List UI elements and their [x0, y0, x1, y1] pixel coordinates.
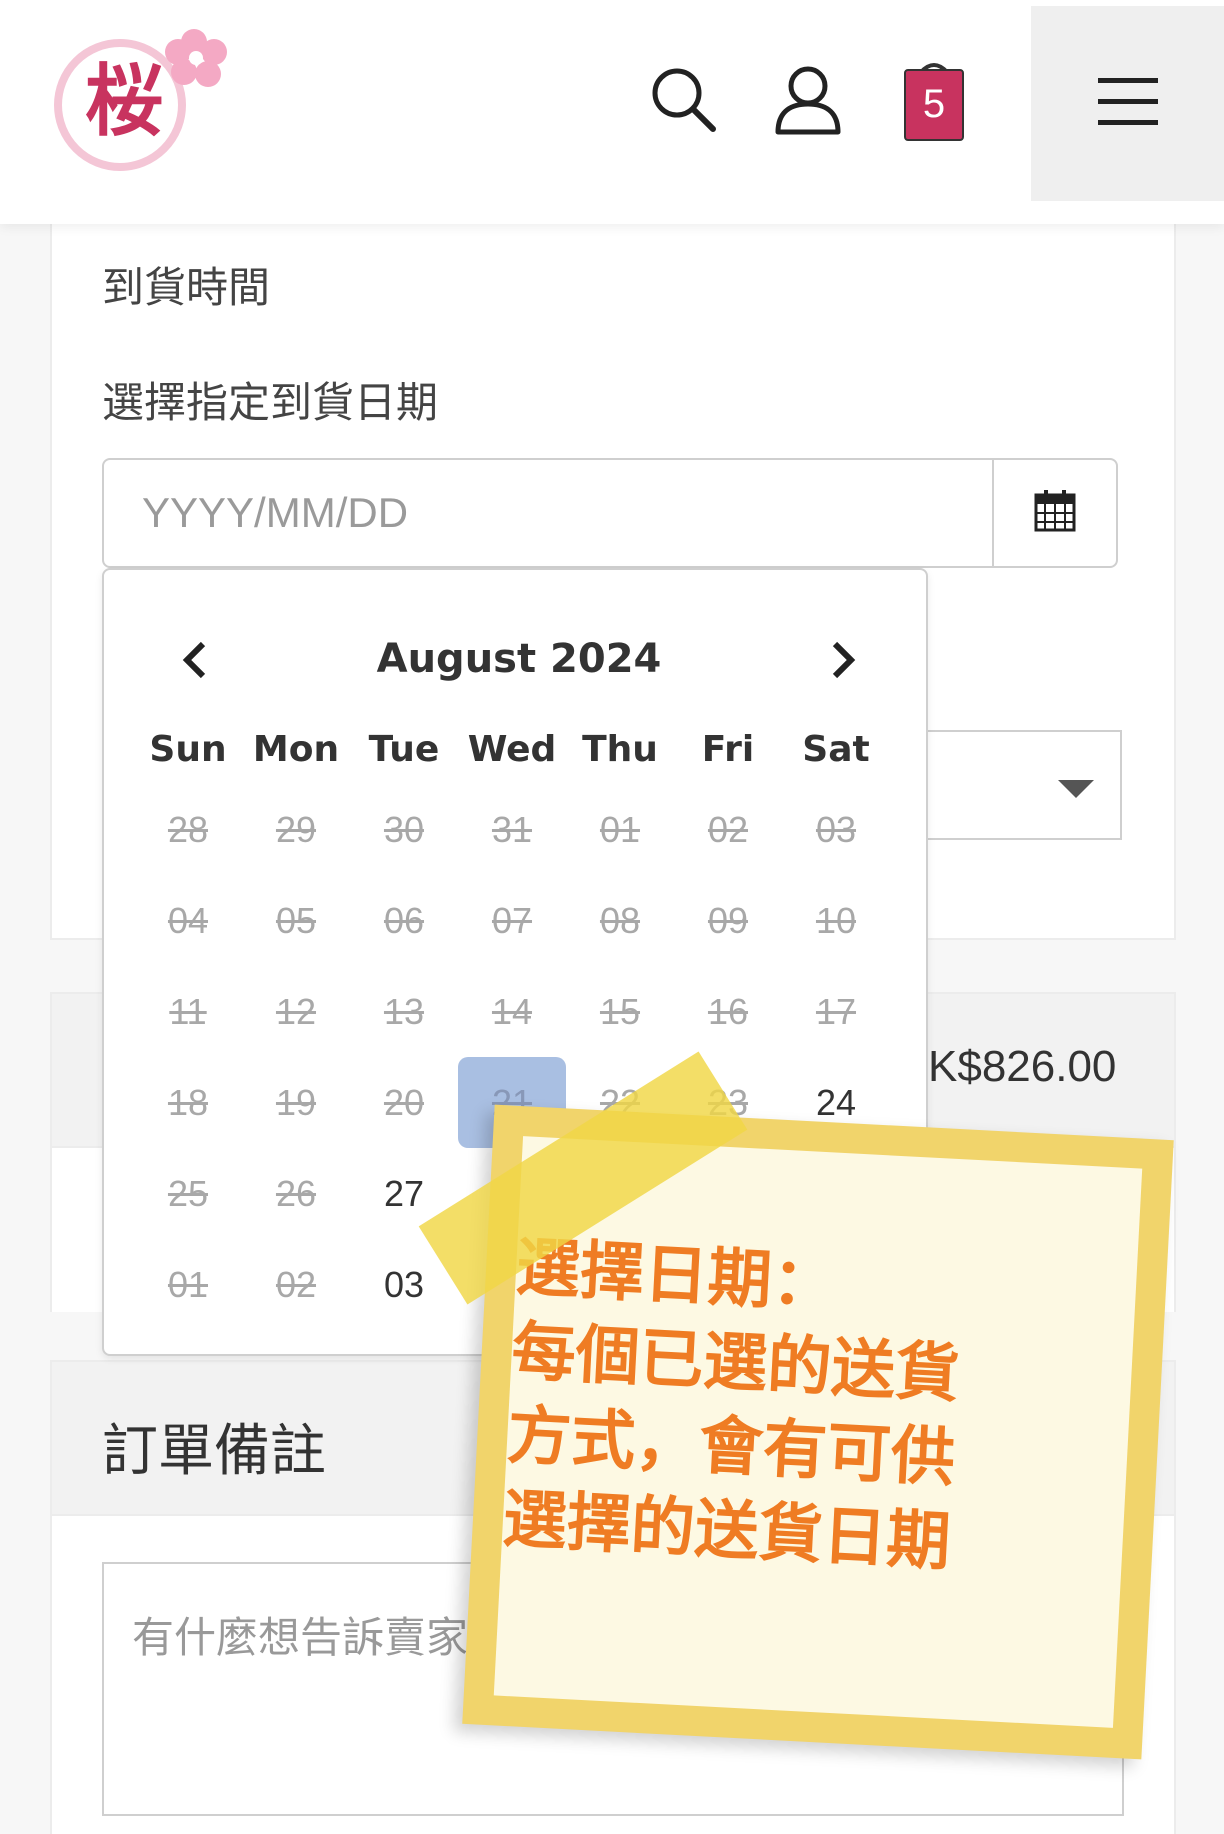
calendar-day-disabled: 30: [383, 808, 425, 850]
calendar-day-disabled: 02: [707, 808, 749, 850]
calendar-day-disabled: 06: [383, 899, 425, 941]
calendar-day-disabled: 13: [383, 990, 425, 1032]
account-button[interactable]: [770, 60, 846, 144]
dropdown-arrow-icon: [1058, 780, 1094, 798]
delivery-time-select[interactable]: [920, 730, 1122, 840]
chevron-right-icon: [829, 640, 859, 684]
calendar-week-row: 28 29 30 31 01 02 03: [134, 784, 890, 875]
site-logo[interactable]: 桜: [52, 10, 242, 200]
calendar-icon: [1033, 489, 1077, 537]
calendar-day-disabled: 28: [167, 808, 209, 850]
calendar-day-disabled: 01: [167, 1263, 209, 1305]
calendar-day-disabled: 08: [599, 899, 641, 941]
weekday-label: Tue: [368, 728, 440, 770]
weekday-label: Sun: [149, 728, 227, 770]
calendar-week-row: 11 12 13 14 15 16 17: [134, 966, 890, 1057]
calendar-day-disabled: 10: [815, 899, 857, 941]
choose-date-label: 選擇指定到貨日期: [102, 378, 439, 427]
delivery-date-input[interactable]: YYYY/MM/DD: [102, 458, 994, 568]
weekday-label: Mon: [252, 728, 340, 770]
next-month-button[interactable]: [814, 632, 874, 692]
calendar-week-row: 04 05 06 07 08 09 10: [134, 875, 890, 966]
weekday-label: Fri: [701, 728, 755, 770]
user-icon: [773, 64, 843, 140]
calendar-day-disabled: 04: [167, 899, 209, 941]
calendar-day-disabled: 12: [275, 990, 317, 1032]
weekday-label: Sat: [802, 728, 870, 770]
calendar-day-disabled: 20: [383, 1081, 425, 1123]
calendar-day-disabled: 07: [491, 899, 533, 941]
calendar-day-disabled: 14: [491, 990, 533, 1032]
calendar-day-disabled: 18: [167, 1081, 209, 1123]
calendar-day-disabled: 02: [275, 1263, 317, 1305]
weekday-label: Wed: [467, 728, 557, 770]
cart-count-badge: 5: [922, 81, 946, 126]
calendar-day-disabled: 15: [599, 990, 641, 1032]
calendar-day-disabled: 31: [491, 808, 533, 850]
calendar-day-disabled: 25: [167, 1172, 209, 1214]
calendar-day-disabled: 11: [169, 990, 207, 1032]
prev-month-button[interactable]: [164, 632, 224, 692]
calendar-day-disabled: 09: [707, 899, 749, 941]
calendar-day-disabled: 17: [815, 990, 857, 1032]
order-total: K$826.00: [928, 1042, 1117, 1091]
calendar-day-disabled: 03: [815, 808, 857, 850]
calendar-button[interactable]: [992, 458, 1118, 568]
weekday-label: Thu: [582, 728, 658, 770]
calendar-day-disabled: 01: [599, 808, 641, 850]
cart-button[interactable]: 5: [896, 60, 972, 144]
arrival-time-label: 到貨時間: [102, 263, 271, 312]
hamburger-menu-icon: [1096, 76, 1160, 132]
calendar-day-disabled: 19: [275, 1081, 317, 1123]
chevron-left-icon: [179, 640, 209, 684]
calendar-day-disabled: 29: [275, 808, 317, 850]
shopping-bag-icon: 5: [903, 62, 965, 142]
search-icon: [649, 65, 719, 139]
site-header: 桜 5: [0, 0, 1224, 224]
logo-text: 桜: [85, 57, 163, 147]
calendar-day-disabled: 26: [275, 1172, 317, 1214]
calendar-day-disabled: 05: [275, 899, 317, 941]
calendar-month-title: August 2024: [376, 636, 662, 682]
order-notes-title: 訂單備註: [102, 1419, 326, 1484]
weekday-header-row: Sun Mon Tue Wed Thu Fri Sat: [134, 714, 890, 784]
menu-button[interactable]: [1031, 6, 1224, 201]
sticky-note-text: 選擇日期： 每個已選的送貨 方式，會有可供 選擇的送貨日期: [501, 1226, 1118, 1593]
calendar-day-disabled: 16: [707, 990, 749, 1032]
search-button[interactable]: [646, 60, 722, 144]
